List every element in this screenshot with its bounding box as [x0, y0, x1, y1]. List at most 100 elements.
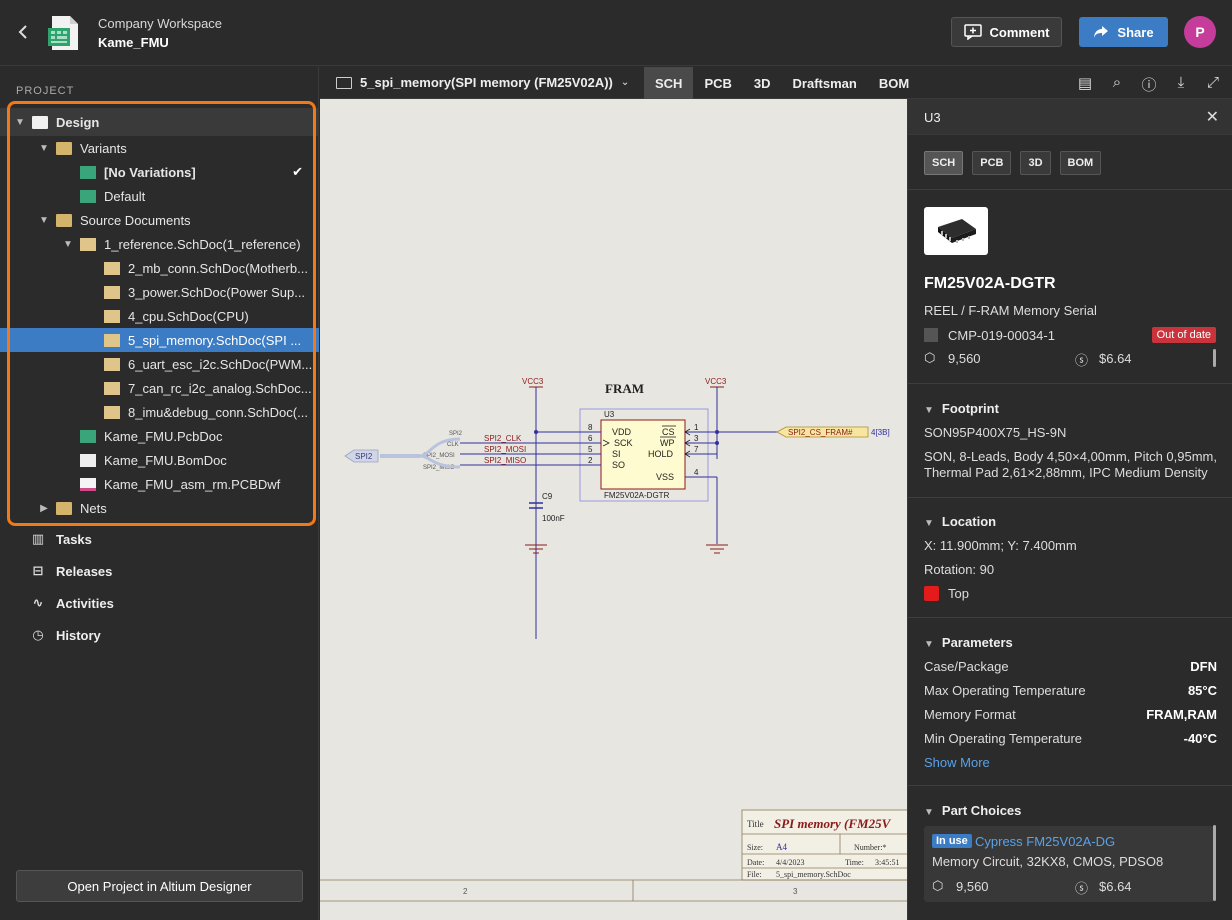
tree-item-default[interactable]: Default [0, 184, 319, 208]
user-avatar[interactable]: P [1184, 16, 1216, 48]
chevron-right-icon[interactable]: ▶ [38, 503, 50, 514]
document-icon [336, 76, 352, 89]
tab-sch[interactable]: SCH [644, 67, 694, 99]
nav-label: Releases [56, 563, 113, 579]
tree-item-nets[interactable]: ▶ Nets [0, 496, 319, 520]
footprint-desc: Thermal Pad 2,61×2,88mm, IPC Medium Dens… [924, 465, 1208, 480]
nav-releases[interactable]: ⊟ Releases [30, 561, 113, 581]
part-label: FM25V02A-DGTR [604, 491, 670, 500]
price-dollar-icon: ⓢ [1075, 881, 1089, 896]
panel-tab-3d[interactable]: 3D [1020, 151, 1051, 175]
nav-tasks[interactable]: ▥ Tasks [30, 529, 92, 549]
folder-icon [32, 115, 48, 129]
document-name: 5_spi_memory(SPI memory (FM25V02A)) [360, 75, 613, 90]
info-icon[interactable]: ⓘ [1140, 74, 1158, 95]
panel-tab-pcb[interactable]: PCB [972, 151, 1012, 175]
tree-item-pcbdoc[interactable]: Kame_FMU.PcbDoc [0, 424, 319, 448]
tree-item-label: 6_uart_esc_i2c.SchDoc(PWM... [128, 356, 313, 372]
chevron-down-icon[interactable]: ▼ [38, 215, 50, 226]
chevron-down-icon: ▼ [924, 518, 934, 529]
share-arrow-icon [1094, 26, 1109, 38]
project-name: Kame_FMU [98, 35, 169, 50]
folder-icon [56, 141, 72, 155]
comments-icon[interactable]: ▤ [1076, 74, 1094, 95]
tree-item-schdoc[interactable]: 4_cpu.SchDoc(CPU) [0, 304, 319, 328]
chevron-down-icon[interactable]: ▼ [14, 117, 26, 128]
part-choice-desc: Memory Circuit, 32KX8, CMOS, PDSO8 [932, 854, 1164, 869]
part-choice-stock: 9,560 [956, 879, 989, 894]
parameter-row: Max Operating Temperature 85°C [924, 683, 1217, 698]
tree-item-schdoc[interactable]: 2_mb_conn.SchDoc(Motherb... [0, 256, 319, 280]
document-selector[interactable]: 5_spi_memory(SPI memory (FM25V02A)) ⌄ [336, 75, 629, 90]
tree-item-source-documents[interactable]: ▼ Source Documents [0, 208, 319, 232]
tree-item-label: 5_spi_memory.SchDoc(SPI ... [128, 332, 302, 348]
tree-item-label: Kame_FMU_asm_rm.PCBDwf [104, 476, 281, 492]
view-tabs: SCH PCB 3D Draftsman BOM [644, 67, 920, 99]
show-more-link[interactable]: Show More [924, 755, 990, 770]
tree-item-variants[interactable]: ▼ Variants [0, 136, 319, 160]
search-icon[interactable]: ⌕ [1108, 74, 1126, 95]
tree-item-ref-doc[interactable]: ▼ 1_reference.SchDoc(1_reference) [0, 232, 319, 256]
component-panel: U3 ✕ SCH PCB 3D BOM FM25V02A-DGTR REEL /… [907, 99, 1232, 920]
fullscreen-icon[interactable]: ⤢ [1204, 74, 1222, 95]
param-value: DFN [1190, 659, 1217, 674]
tree-item-schdoc[interactable]: 8_imu&debug_conn.SchDoc(... [0, 400, 319, 424]
nav-activities[interactable]: ∿ Activities [30, 593, 114, 613]
tree-item-bomdoc[interactable]: Kame_FMU.BomDoc [0, 448, 319, 472]
tab-3d[interactable]: 3D [743, 67, 782, 99]
chevron-down-icon[interactable]: ▼ [62, 239, 74, 250]
tab-draftsman[interactable]: Draftsman [782, 67, 868, 99]
tree-item-label: 8_imu&debug_conn.SchDoc(... [128, 404, 308, 420]
download-icon[interactable]: ⤓ [1172, 74, 1190, 95]
stock-box-icon: ⬡ [924, 350, 936, 365]
spi-bus: SPI2 CLK SPI2_MOSI SPI2_MISO SPI2 [344, 431, 463, 471]
cs-port: SPI2_CS_FRAM# 4[3B] [776, 426, 890, 438]
bus-label: CLK [447, 442, 459, 448]
share-button[interactable]: Share [1079, 17, 1168, 47]
tree-item-label: Design [56, 114, 100, 130]
comment-button[interactable]: Comment [951, 17, 1062, 47]
footprint-heading: Footprint [941, 401, 999, 416]
date-label: Date: [747, 858, 764, 867]
panel-title: U3 [924, 110, 941, 125]
location-xy: X: 11.900mm; Y: 7.400mm [924, 538, 1077, 553]
nav-history[interactable]: ◷ History [30, 625, 100, 645]
tab-bom[interactable]: BOM [868, 67, 920, 99]
tree-item-schdoc-selected[interactable]: 5_spi_memory.SchDoc(SPI ... [0, 328, 319, 352]
tree-item-schdoc[interactable]: 6_uart_esc_i2c.SchDoc(PWM... [0, 352, 319, 376]
pin-name: WP [660, 438, 675, 448]
back-arrow-icon[interactable] [14, 22, 34, 42]
chevron-down-icon: ▼ [924, 405, 934, 416]
panel-scrollbar[interactable] [1213, 349, 1216, 367]
tree-item-pcbdwf[interactable]: Kame_FMU_asm_rm.PCBDwf [0, 472, 319, 496]
stock-count: 9,560 [948, 351, 981, 366]
tree-item-schdoc[interactable]: 7_can_rc_i2c_analog.SchDoc... [0, 376, 319, 400]
tree-item-schdoc[interactable]: 3_power.SchDoc(Power Sup... [0, 280, 319, 304]
chevron-down-icon: ⌄ [620, 77, 630, 88]
component-id[interactable]: CMP-019-00034-1 [948, 328, 1055, 343]
designator-label: U3 [604, 410, 615, 419]
parameters-section-toggle[interactable]: ▼ Parameters [924, 635, 1013, 650]
footprint-section-toggle[interactable]: ▼ Footprint [924, 401, 999, 416]
close-icon[interactable]: ✕ [1206, 107, 1219, 127]
tab-pcb[interactable]: PCB [693, 67, 742, 99]
size-value: A4 [776, 842, 787, 852]
panel-tab-bom[interactable]: BOM [1059, 151, 1102, 175]
part-choices-section-toggle[interactable]: ▼ Part Choices [924, 803, 1021, 818]
document-toolbar: 5_spi_memory(SPI memory (FM25V02A)) ⌄ SC… [320, 67, 1232, 99]
footprint-name: SON95P400X75_HS-9N [924, 425, 1067, 440]
nav-label: Activities [56, 595, 114, 611]
pin-name: VSS [656, 472, 674, 482]
location-section-toggle[interactable]: ▼ Location [924, 514, 996, 529]
schematic-canvas[interactable]: VCC3 VCC3 FRAM U3 FM25V02A-DGTR 8 6 5 2 … [320, 99, 907, 920]
tree-item-no-variations[interactable]: [No Variations] ✔ [0, 160, 319, 184]
footprint-desc: SON, 8-Leads, Body 4,50×4,00mm, Pitch 0,… [924, 449, 1218, 464]
part-choices-scrollbar[interactable] [1213, 825, 1216, 901]
open-in-altium-button[interactable]: Open Project in Altium Designer [16, 870, 303, 902]
part-choice-card[interactable]: In use Cypress FM25V02A-DG Memory Circui… [924, 826, 1214, 902]
panel-tab-sch[interactable]: SCH [924, 151, 964, 175]
chevron-down-icon[interactable]: ▼ [38, 143, 50, 154]
layer-color-swatch [924, 586, 939, 601]
part-choice-link[interactable]: Cypress FM25V02A-DG [975, 834, 1115, 849]
tree-item-design[interactable]: ▼ Design [0, 108, 319, 136]
